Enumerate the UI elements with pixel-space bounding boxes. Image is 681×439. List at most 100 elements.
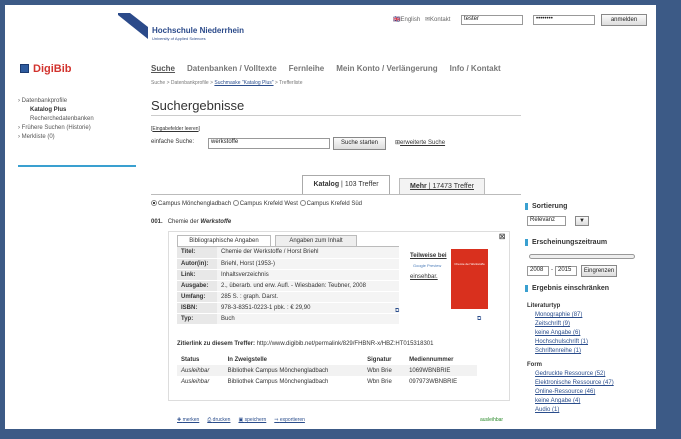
breadcrumb: Suche > Datenbankprofile > Suchmaske "Ka… xyxy=(151,80,303,86)
simple-search-label: einfache Suche: xyxy=(151,139,195,145)
radio-mg[interactable] xyxy=(151,200,157,206)
facet-item[interactable]: keine Angabe (6) xyxy=(527,329,652,338)
username-input[interactable]: tester xyxy=(461,15,523,25)
bib-key: Typ: xyxy=(177,313,217,325)
advanced-search-link[interactable]: ⊞erweiterte Suche xyxy=(395,139,445,146)
university-subtitle: University of Applied Sciences xyxy=(152,36,206,41)
year-heading: Erscheinungszeitraum xyxy=(525,239,607,246)
search-input[interactable]: werkstoffe xyxy=(208,138,330,149)
bib-key: Ausgabe: xyxy=(177,280,217,292)
sidebar-item-merkliste[interactable]: › Merkliste (0) xyxy=(18,133,118,142)
google-preview-text[interactable]: Teilweise bei xyxy=(410,253,447,259)
tab-divider xyxy=(151,194,521,195)
bib-value: Chemie der Werkstoffe / Horst Briehl xyxy=(217,247,399,259)
page: Hochschule Niederrhein University of App… xyxy=(5,5,656,429)
external-link-icon[interactable]: ⧉ xyxy=(395,308,399,315)
facet-item[interactable]: Elektronische Ressource (47) xyxy=(527,379,652,388)
bib-key: ISBN: xyxy=(177,302,217,314)
contact-link[interactable]: ✉Kontakt xyxy=(425,16,450,23)
nav-suche[interactable]: Suche xyxy=(151,64,175,73)
university-name: Hochschule Niederrhein xyxy=(152,26,245,35)
book-cover[interactable] xyxy=(451,249,488,309)
bibliographic-table: Titel: Chemie der Werkstoffe / Horst Brie… xyxy=(177,246,399,336)
sidebar-nav: › Datenbankprofile Katalog Plus Recherch… xyxy=(18,97,118,142)
facet-item[interactable]: Hochschulschrift (1) xyxy=(527,338,652,347)
year-slider[interactable] xyxy=(529,254,635,259)
google-preview-icon[interactable]: Google Preview xyxy=(413,263,441,268)
facet-item[interactable]: Monographie (87) xyxy=(527,311,652,320)
sidebar-divider xyxy=(18,165,136,167)
radio-kw[interactable] xyxy=(232,200,239,206)
bib-row: Umfang: 285 S. : graph. Darst. xyxy=(177,291,399,303)
campus-selector: Campus Mönchengladbach Campus Krefeld We… xyxy=(151,200,362,207)
language-link[interactable]: 🇬🇧English xyxy=(393,16,420,23)
tab-katalog[interactable]: Katalog | 103 Treffer xyxy=(302,175,390,194)
nav-info[interactable]: Info / Kontakt xyxy=(450,64,501,73)
close-icon[interactable]: ☒ xyxy=(499,233,505,241)
tab-mehr[interactable]: Mehr | 17473 Treffer xyxy=(399,178,485,194)
university-logo xyxy=(118,13,148,39)
search-button[interactable]: Suche starten xyxy=(333,137,386,150)
chevron-down-icon[interactable]: ▼ xyxy=(575,216,589,226)
bib-value: 285 S. : graph. Darst. xyxy=(217,291,399,303)
facet-group-heading: Form xyxy=(527,362,542,368)
facet-item[interactable]: Zeitschrift (9) xyxy=(527,320,652,329)
bib-value[interactable]: Inhaltsverzeichnis xyxy=(217,269,399,281)
refine-facets: Literaturtyp Monographie (87) Zeitschrif… xyxy=(527,300,652,415)
facet-item[interactable]: Gedruckte Ressource (52) xyxy=(527,370,652,379)
bib-value: 2., überarb. und erw. Aufl. - Wiesbaden:… xyxy=(217,280,399,292)
tab-bibliographic[interactable]: Bibliographische Angaben xyxy=(177,235,271,246)
permalink-url[interactable]: http://www.digibib.net/permalink/829/FHB… xyxy=(257,341,434,347)
page-title: Suchergebnisse xyxy=(151,98,245,113)
result-title[interactable]: 001. Chemie der Werkstoffe xyxy=(151,219,231,225)
radio-ks[interactable] xyxy=(299,200,306,206)
main-nav: Suche Datenbanken / Volltexte Fernleihe Mei… xyxy=(151,64,513,73)
merken-link[interactable]: ✚ merken xyxy=(177,417,199,423)
availability-status: ausleihbar xyxy=(480,417,504,423)
year-to-input[interactable]: 2015 xyxy=(555,266,577,276)
bib-row: Ausgabe: 2., überarb. und erw. Aufl. - Wi… xyxy=(177,280,399,292)
facet-item[interactable]: Online-Ressource (46) xyxy=(527,388,652,397)
col-media-number: Mediennummer xyxy=(409,356,454,363)
result-actions: ✚ merken ⎙ drucken ▣ speichern ⇒ exportiere… xyxy=(177,417,313,423)
sidebar-item-historie[interactable]: › Frühere Suchen (Historie) xyxy=(18,124,118,133)
google-preview-link[interactable]: einsehbar. xyxy=(410,274,438,280)
bib-row: Autor(in): Briehl, Horst (1953-) xyxy=(177,258,399,270)
nav-datenbanken[interactable]: Datenbanken / Volltexte xyxy=(187,64,277,73)
bib-row: ISBN: 978-3-8351-0223-1 pbk. : € 29,90 xyxy=(177,302,399,314)
bib-value: Buch xyxy=(217,313,399,325)
facet-item[interactable]: Schriftenreihe (1) xyxy=(527,347,652,356)
nav-fernleihe[interactable]: Fernleihe xyxy=(289,64,325,73)
password-input[interactable]: •••••••• xyxy=(533,15,595,25)
bib-row: Typ: Buch xyxy=(177,313,399,325)
speichern-link[interactable]: ▣ speichern xyxy=(238,417,266,423)
sidebar-item-datenbankprofile[interactable]: › Datenbankprofile xyxy=(18,97,118,106)
sidebar-item-recherchedatenbanken[interactable]: Recherchedatenbanken xyxy=(18,115,118,124)
breadcrumb-link[interactable]: Suchmaske "Katalog Plus" xyxy=(214,80,273,86)
login-button[interactable]: anmelden xyxy=(601,14,647,26)
facet-item[interactable]: Audio (1) xyxy=(527,406,652,415)
bib-row: Titel: Chemie der Werkstoffe / Horst Brie… xyxy=(177,247,399,259)
exportieren-link[interactable]: ⇒ exportieren xyxy=(274,417,305,423)
bib-key: Link: xyxy=(177,269,217,281)
bib-value: Briehl, Horst (1953-) xyxy=(217,258,399,270)
drucken-link[interactable]: ⎙ drucken xyxy=(207,417,230,423)
permalink: Zitierlink zu diesem Treffer: http://www… xyxy=(177,341,434,347)
refine-heading: Ergebnis einschränken xyxy=(525,285,609,292)
year-from-input[interactable]: 2008 xyxy=(527,266,549,276)
sidebar-item-katalog-plus[interactable]: Katalog Plus xyxy=(18,106,118,115)
col-branch: In Zweigstelle xyxy=(227,356,267,363)
bib-key: Titel: xyxy=(177,247,217,259)
book-cover-title: Chemie der Werkstoffe xyxy=(454,262,485,266)
table-row: Ausleihbar Bibliothek Campus Mönchengladb… xyxy=(177,365,477,376)
facet-item[interactable]: keine Angabe (4) xyxy=(527,397,652,406)
holdings-table: Status In Zweigstelle Signatur Mediennummer… xyxy=(177,354,477,387)
eingrenzen-button[interactable]: Eingrenzen xyxy=(581,265,617,277)
col-status: Status xyxy=(181,356,200,363)
cover-external-link-icon[interactable]: ⧉ xyxy=(477,316,481,323)
tab-contents[interactable]: Angaben zum Inhalt xyxy=(275,235,357,246)
clear-fields-link[interactable]: [Eingabefelder leeren] xyxy=(151,126,200,132)
nav-mein-konto[interactable]: Mein Konto / Verlängerung xyxy=(336,64,437,73)
bib-value: 978-3-8351-0223-1 pbk. : € 29,90 xyxy=(217,302,399,314)
sort-select[interactable]: Relevanz xyxy=(527,216,566,226)
